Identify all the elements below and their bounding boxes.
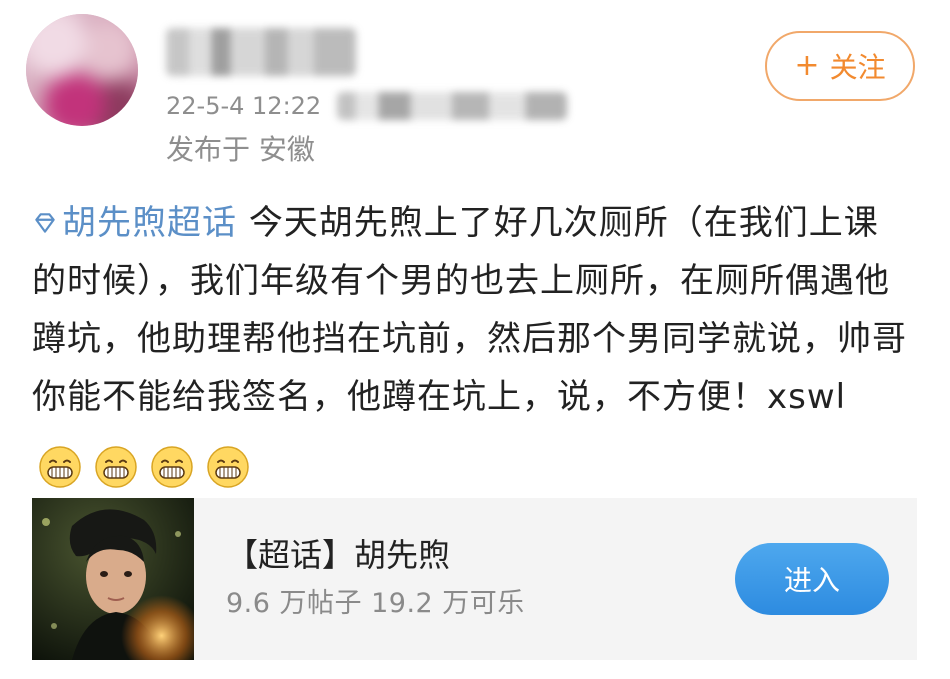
super-topic-title: 【超话】胡先煦 (226, 536, 451, 574)
diamond-icon (35, 213, 55, 233)
grinning-emoji-icon (95, 445, 137, 488)
super-topic-link[interactable]: 胡先煦超话 (32, 203, 249, 243)
post-content: 胡先煦超话 今天胡先煦上了好几次厕所（在我们上课的时候），我们年级有个男的也去上… (32, 194, 910, 494)
portrait-photo (32, 498, 194, 660)
grinning-emoji-icon (151, 445, 193, 488)
location-label: 发布于 安徽 (166, 133, 315, 166)
follow-button[interactable]: + 关注 (765, 31, 915, 101)
post-meta: 22-5-4 12:22 (166, 88, 568, 124)
plus-icon: + (794, 48, 820, 83)
grinning-emoji-icon (207, 445, 249, 488)
grinning-emoji-icon (39, 445, 81, 488)
super-topic-info: 【超话】胡先煦 9.6 万帖子 19.2 万可乐 (226, 533, 525, 623)
super-topic-card[interactable]: 【超话】胡先煦 9.6 万帖子 19.2 万可乐 进入 (32, 498, 917, 660)
super-topic-photo (32, 498, 194, 660)
weibo-post: 22-5-4 12:22 发布于 安徽 + 关注 胡先煦超话 今天胡先煦上了好几… (0, 0, 950, 679)
super-topic-label: 胡先煦超话 (62, 203, 237, 243)
enter-button[interactable]: 进入 (735, 543, 889, 615)
device-source-blurred (337, 92, 568, 120)
username-blurred[interactable] (166, 28, 356, 76)
avatar[interactable] (26, 14, 138, 126)
blurred-avatar-image (26, 14, 138, 126)
super-topic-stats: 9.6 万帖子 19.2 万可乐 (226, 588, 525, 619)
timestamp: 22-5-4 12:22 (166, 92, 322, 120)
emoji-row (38, 436, 262, 494)
follow-label: 关注 (829, 51, 886, 84)
